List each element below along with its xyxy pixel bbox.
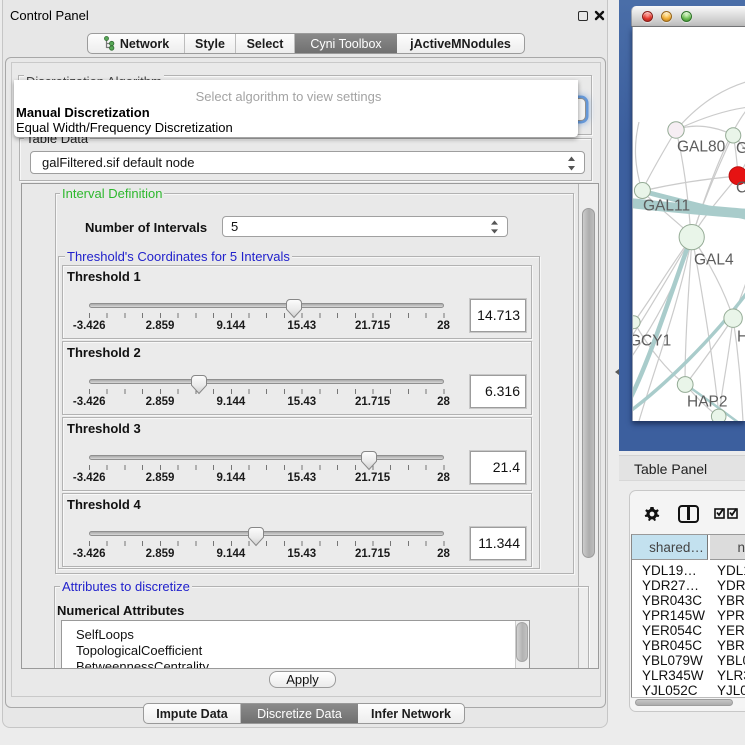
svg-text:GAL11: GAL11 — [643, 198, 690, 215]
svg-text:HAP2: HAP2 — [687, 394, 728, 411]
svg-text:C: C — [736, 180, 745, 197]
svg-text:GAL80: GAL80 — [677, 139, 726, 156]
svg-text:GAL4: GAL4 — [694, 252, 734, 269]
svg-text:GA: GA — [736, 140, 745, 157]
svg-text:GCY1: GCY1 — [633, 333, 671, 350]
svg-text:H: H — [737, 329, 745, 346]
